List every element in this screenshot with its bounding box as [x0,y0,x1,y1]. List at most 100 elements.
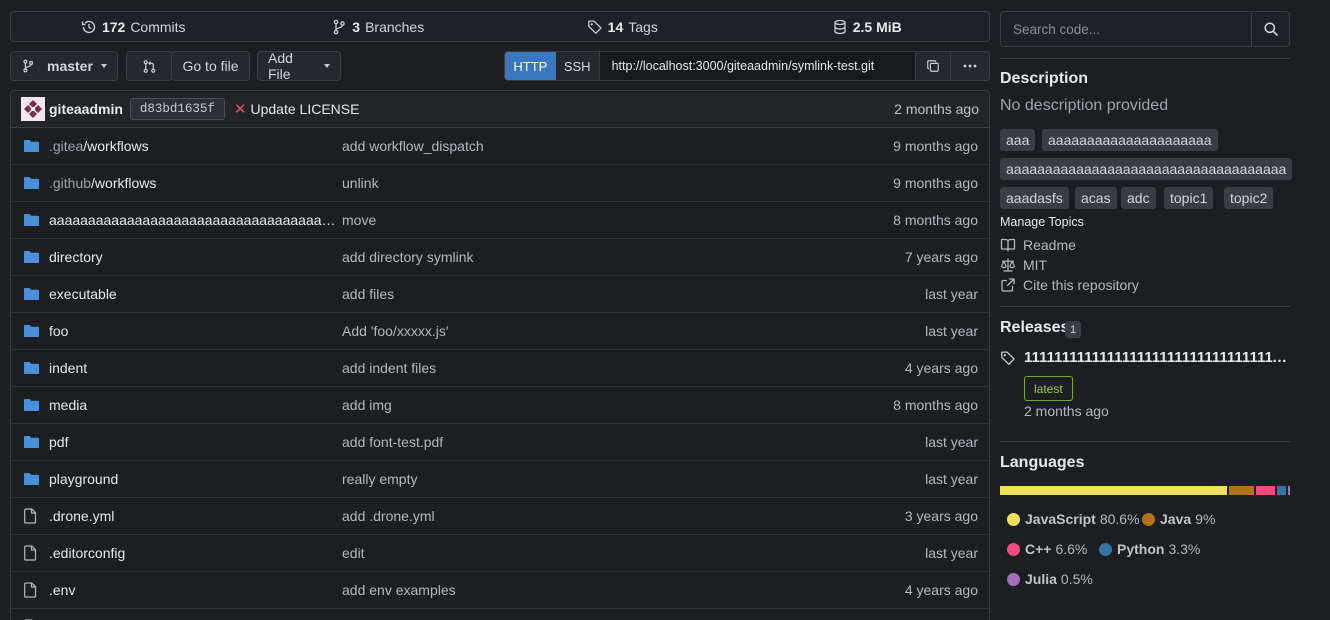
readme-link[interactable]: Readme [1000,237,1076,253]
search-input[interactable] [1001,12,1251,46]
topic-tag[interactable]: topic2 [1224,187,1274,209]
branches-label: Branches [365,18,425,35]
branch-icon [334,19,346,34]
file-commit-age: last year [925,434,978,450]
language-name: Python [1117,541,1165,557]
file-commit-message[interactable]: add env examples [342,582,869,598]
file-name[interactable]: .env [49,582,342,598]
file-name[interactable]: playground [49,471,342,487]
file-commit-message[interactable]: Add 'foo/xxxxx.js' [342,323,869,339]
chevron-down-icon [100,64,107,68]
file-commit-message[interactable]: edit [342,545,869,561]
file-name[interactable]: executable [49,286,342,302]
law-icon [1000,258,1016,272]
commit-message[interactable]: Update LICENSE [251,101,360,117]
latest-commit-bar: giteaadmin d83bd1635f ✕ Update LICENSE 2… [11,91,989,128]
file-name-text: playground [49,471,119,487]
file-commit-message[interactable]: unlink [342,175,869,191]
topic-tag[interactable]: aaa [1000,129,1036,151]
go-to-file-button[interactable]: Go to file [171,51,250,81]
file-commit-age: 8 months ago [893,397,978,413]
file-commit-message[interactable]: add directory symlink [342,249,869,265]
file-commit-message[interactable]: move [342,212,869,228]
languages-title: Languages [1000,454,1085,471]
topic-tag[interactable]: aaadasfs [1000,187,1069,209]
manage-topics-link[interactable]: Manage Topics [1000,215,1084,229]
file-name[interactable]: .drone.yml [49,508,342,524]
clone-ssh-tab[interactable]: SSH [555,52,600,80]
kebab-horizontal-icon [963,64,977,68]
description-title: Description [1000,70,1089,87]
file-name[interactable]: media [49,397,342,413]
file-name[interactable]: indent [49,360,342,376]
file-commit-message[interactable]: add indent files [342,360,869,376]
cite-link[interactable]: Cite this repository [1000,277,1139,293]
more-options-button[interactable] [950,52,989,80]
file-name[interactable]: .github/workflows [49,175,342,191]
file-name[interactable]: foo [49,323,342,339]
file-commit-message[interactable]: really empty [342,471,869,487]
language-bar-segment [1228,486,1255,495]
topic-tag[interactable]: aaaaaaaaaaaaaaaaaaaaaaaaaaaaaaaaaaaa [1000,158,1293,180]
file-row: foo Add 'foo/xxxxx.js' last year [11,313,989,350]
commit-age: 2 months ago [894,101,979,117]
divider [1000,306,1290,307]
language-name: Java [1160,511,1192,527]
tags-stat[interactable]: 14 Tags [500,19,745,35]
file-name[interactable]: aaaaaaaaaaaaaaaaaaaaaaaaaaaaaaaaaaaaaaaa… [49,212,342,228]
avatar[interactable] [21,97,45,121]
branch-selector[interactable]: master [10,51,118,81]
topic-tag[interactable]: aaaaaaaaaaaaaaaaaaaaa [1042,129,1218,151]
release-name[interactable]: 1111111111111111111111111111111111111111… [1024,349,1290,366]
file-commit-message[interactable]: add font-test.pdf [342,434,869,450]
file-commit-message[interactable]: add files [342,286,869,302]
add-file-button[interactable]: Add File [257,50,341,82]
file-name-text: executable [49,286,117,302]
file-name[interactable]: .editorconfig [49,545,342,561]
pull-request-icon [143,59,156,73]
file-commit-message[interactable]: add .drone.yml [342,508,869,524]
clone-url-field[interactable]: http://localhost:3000/giteaadmin/symlink… [599,52,916,80]
commits-count: 172 [101,18,126,35]
language-item[interactable]: JavaScript 80.6% [1007,511,1140,527]
file-row: .editorconfig edit last year [11,535,989,572]
clone-http-tab[interactable]: HTTP [505,52,556,80]
file-row: directory add directory symlink 7 years ag… [11,239,989,276]
tag-icon [1000,350,1016,366]
file-name[interactable]: directory [49,249,342,265]
commits-stat[interactable]: 172 Commits [11,19,256,35]
repo-toolbar: master Go to file Add File HTTP SSH http… [10,50,990,82]
language-item[interactable]: Java 9% [1142,511,1215,527]
file-list: giteaadmin d83bd1635f ✕ Update LICENSE 2… [10,90,990,620]
commit-sha[interactable]: d83bd1635f [129,98,225,120]
file-name[interactable]: .gitea/workflows [49,138,342,154]
file-row: aaaaaaaaaaaaaaaaaaaaaaaaaaaaaaaaaaaaaaaa… [11,202,989,239]
file-row: pdf add font-test.pdf last year [11,424,989,461]
language-bar-segment [1276,486,1287,495]
releases-title[interactable]: Releases [1000,319,1069,337]
file-commit-message[interactable]: add img [342,397,869,413]
branch-icon [23,59,34,73]
topic-tag[interactable]: topic1 [1164,187,1214,209]
compare-button[interactable] [126,51,173,81]
branches-stat[interactable]: 3 Branches [256,19,501,35]
topic-tag[interactable]: acas [1075,187,1117,209]
topic-tag[interactable]: adc [1121,187,1156,209]
search-button[interactable] [1251,12,1289,46]
repo-stats-bar: 172 Commits 3 Branches 14 Tags 2.5 MiB [10,11,990,42]
file-name-prefix: .github [49,175,92,191]
file-name[interactable]: pdf [49,434,342,450]
commit-author[interactable]: giteaadmin [49,101,123,117]
language-item[interactable]: Julia 0.5% [1007,571,1093,587]
file-commit-age: last year [925,471,978,487]
language-item[interactable]: C++ 6.6% [1007,541,1087,557]
file-commit-age: 9 months ago [893,175,978,191]
copy-url-button[interactable] [915,52,951,80]
code-search [1000,11,1290,47]
add-file-label: Add File [268,50,293,82]
file-commit-message[interactable]: add workflow_dispatch [342,138,869,154]
license-link[interactable]: MIT [1000,257,1047,273]
language-item[interactable]: Python 3.3% [1099,541,1200,557]
file-row [11,609,989,620]
status-failed-icon[interactable]: ✕ [234,100,247,118]
